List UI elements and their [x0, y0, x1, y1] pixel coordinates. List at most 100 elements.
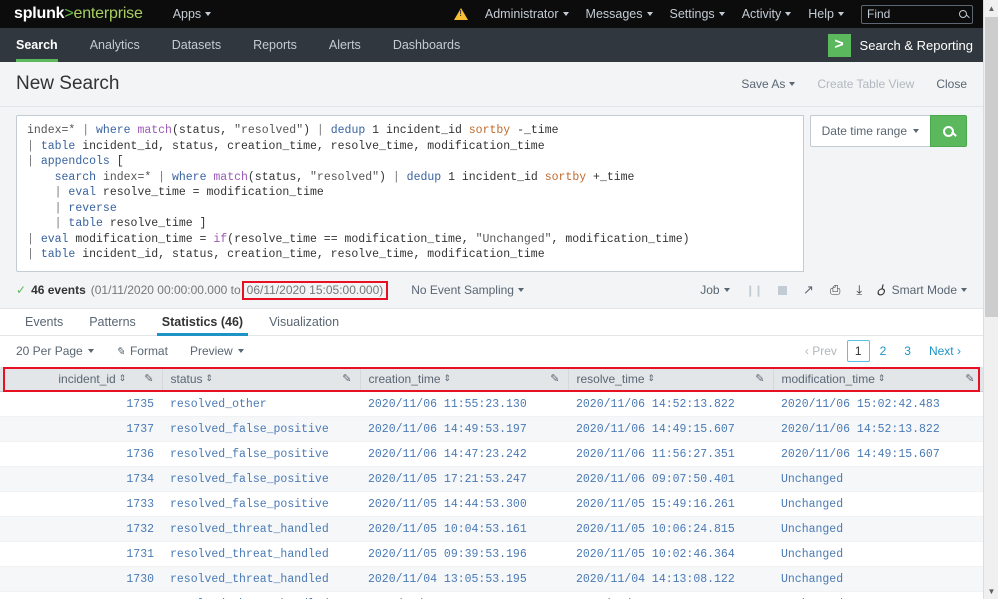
cell-incident-id: 1735 [0, 392, 162, 417]
event-sampling-menu[interactable]: No Event Sampling [411, 283, 524, 297]
pagination-page-2[interactable]: 2 [872, 340, 895, 362]
tab-events[interactable]: Events [12, 309, 76, 335]
column-header-modification-time[interactable]: modification_time⇕ ✎ [773, 367, 983, 392]
nav-label-datasets: Datasets [172, 38, 221, 52]
time-range-highlighted[interactable]: 06/11/2020 15:05:00.000) [242, 281, 389, 300]
results-table-body: 1735 resolved_other 2020/11/06 11:55:23.… [0, 392, 983, 599]
table-row[interactable]: 1733 resolved_false_positive 2020/11/05 … [0, 492, 983, 517]
sort-icon[interactable]: ⇕ [119, 374, 127, 383]
cell-status: resolved_false_positive [162, 467, 360, 492]
table-row[interactable]: 1730 resolved_threat_handled 2020/11/04 … [0, 567, 983, 592]
apps-menu[interactable]: Apps [173, 7, 212, 21]
search-icon [943, 126, 954, 137]
splunk-logo[interactable]: splunk>enterprise [14, 5, 143, 23]
pagination-prev[interactable]: ‹ Prev [797, 340, 845, 362]
messages-menu[interactable]: Messages [586, 7, 653, 21]
query-line-8: | eval modification_time = if(resolve_ti… [27, 232, 793, 248]
cell-modification-time: Unchanged [773, 592, 983, 599]
top-bar-right-group: Administrator Messages Settings Activity… [454, 5, 973, 24]
help-menu[interactable]: Help [808, 7, 844, 21]
search-query-input[interactable]: index=* | where match(status, "resolved"… [16, 115, 804, 272]
administrator-menu[interactable]: Administrator [485, 7, 569, 21]
cell-resolve-time: 2020/11/05 10:06:24.815 [568, 517, 773, 542]
cell-status: resolved_threat_handled [162, 567, 360, 592]
column-header-incident-id[interactable]: incident_id ⇕ ✎ [0, 367, 162, 392]
table-row[interactable]: 1736 resolved_false_positive 2020/11/06 … [0, 442, 983, 467]
cell-status: resolved_other [162, 392, 360, 417]
sort-icon[interactable]: ⇕ [878, 374, 886, 383]
nav-item-reports[interactable]: Reports [237, 28, 313, 62]
scroll-up-arrow-icon[interactable]: ▲ [984, 0, 998, 16]
cell-status: resolved_threat_handled [162, 542, 360, 567]
create-table-view-button[interactable]: Create Table View [817, 77, 914, 91]
nav-item-alerts[interactable]: Alerts [313, 28, 377, 62]
column-header-creation-time[interactable]: creation_time⇕ ✎ [360, 367, 568, 392]
sort-icon[interactable]: ⇕ [648, 374, 656, 383]
column-header-resolve-time[interactable]: resolve_time⇕ ✎ [568, 367, 773, 392]
column-label-incident-id: incident_id [58, 372, 115, 386]
column-edit-pencil-icon[interactable]: ✎ [542, 372, 559, 385]
per-page-selector[interactable]: 20 Per Page [16, 344, 94, 358]
nav-item-analytics[interactable]: Analytics [74, 28, 156, 62]
close-button[interactable]: Close [936, 77, 967, 91]
tab-patterns[interactable]: Patterns [76, 309, 149, 335]
format-button[interactable]: ✎ Format [116, 344, 168, 358]
save-as-button[interactable]: Save As [741, 77, 795, 91]
chevron-down-icon [238, 349, 244, 353]
cell-resolve-time: 2020/11/04 09:41:20.841 [568, 592, 773, 599]
column-edit-pencil-icon[interactable]: ✎ [334, 372, 351, 385]
share-icon[interactable] [803, 282, 814, 298]
time-range-prefix: (01/11/2020 00:00:00.000 to [91, 283, 241, 297]
settings-menu[interactable]: Settings [670, 7, 725, 21]
table-row[interactable]: 1731 resolved_threat_handled 2020/11/05 … [0, 542, 983, 567]
run-search-button[interactable] [930, 115, 967, 147]
pagination-next[interactable]: Next › [921, 340, 969, 362]
query-line-6: | reverse [27, 201, 793, 217]
export-icon[interactable] [856, 282, 862, 298]
cell-creation-time: 2020/11/05 10:04:53.161 [360, 517, 568, 542]
pagination-page-1[interactable]: 1 [847, 340, 870, 362]
column-edit-pencil-icon[interactable]: ✎ [957, 372, 974, 385]
scroll-down-arrow-icon[interactable]: ▼ [984, 583, 998, 599]
sort-icon[interactable]: ⇕ [444, 374, 452, 383]
search-mode-menu[interactable]: Smart Mode [878, 282, 967, 298]
stop-icon[interactable] [778, 286, 787, 295]
cell-creation-time: 2020/11/06 14:47:23.242 [360, 442, 568, 467]
column-header-status[interactable]: status⇕ ✎ [162, 367, 360, 392]
column-edit-pencil-icon[interactable]: ✎ [747, 372, 764, 385]
search-icon [959, 10, 967, 18]
pencil-icon: ✎ [116, 345, 125, 358]
column-edit-pencil-icon[interactable]: ✎ [136, 372, 153, 385]
query-line-9: | table incident_id, status, creation_ti… [27, 247, 793, 263]
print-icon[interactable] [830, 282, 840, 298]
apps-menu-label: Apps [173, 7, 202, 21]
sort-icon[interactable]: ⇕ [206, 374, 214, 383]
table-row[interactable]: 1734 resolved_false_positive 2020/11/05 … [0, 467, 983, 492]
tab-statistics[interactable]: Statistics (46) [149, 309, 256, 335]
table-row[interactable]: 1737 resolved_false_positive 2020/11/06 … [0, 417, 983, 442]
find-input[interactable]: Find [861, 5, 973, 24]
find-input-text: Find [867, 7, 959, 21]
preview-menu[interactable]: Preview [190, 344, 244, 358]
query-line-4: search index=* | where match(status, "re… [27, 170, 793, 186]
warning-triangle-icon[interactable] [454, 8, 468, 20]
activity-menu[interactable]: Activity [742, 7, 792, 21]
cell-resolve-time: 2020/11/05 15:49:16.261 [568, 492, 773, 517]
logo-enterprise-text: enterprise [74, 5, 143, 23]
page-scrollbar[interactable]: ▲ ▼ [983, 0, 998, 599]
results-table-container: incident_id⇕ ✎ status⇕ ✎ creation_time⇕ [0, 367, 998, 599]
job-menu[interactable]: Job [700, 283, 729, 297]
pagination-page-3[interactable]: 3 [896, 340, 919, 362]
date-time-range-picker[interactable]: Date time range [810, 115, 930, 147]
table-row[interactable]: 1729 resolved threat handled 2020/11/04 … [0, 592, 983, 599]
pause-icon[interactable]: ❙❙ [746, 284, 762, 297]
scrollbar-thumb[interactable] [985, 17, 998, 317]
nav-item-dashboards[interactable]: Dashboards [377, 28, 476, 62]
table-row[interactable]: 1732 resolved_threat_handled 2020/11/05 … [0, 517, 983, 542]
app-badge[interactable]: > Search & Reporting [820, 28, 983, 62]
nav-label-dashboards: Dashboards [393, 38, 460, 52]
nav-item-search[interactable]: Search [0, 28, 74, 62]
table-row[interactable]: 1735 resolved_other 2020/11/06 11:55:23.… [0, 392, 983, 417]
tab-visualization[interactable]: Visualization [256, 309, 352, 335]
nav-item-datasets[interactable]: Datasets [156, 28, 237, 62]
